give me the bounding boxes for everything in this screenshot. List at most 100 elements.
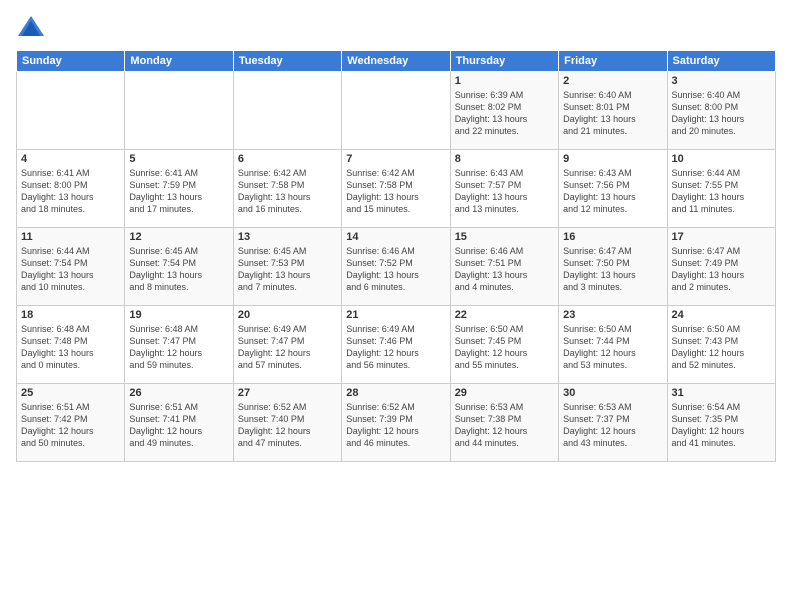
- day-info: Sunrise: 6:45 AM Sunset: 7:54 PM Dayligh…: [129, 245, 228, 294]
- calendar-cell: 28 Sunrise: 6:52 AM Sunset: 7:39 PM Dayli…: [342, 384, 450, 462]
- day-number: 9: [563, 153, 662, 165]
- calendar-cell: 2 Sunrise: 6:40 AM Sunset: 8:01 PM Daylig…: [559, 72, 667, 150]
- calendar-cell: 29 Sunrise: 6:53 AM Sunset: 7:38 PM Dayli…: [450, 384, 558, 462]
- calendar-cell: 5 Sunrise: 6:41 AM Sunset: 7:59 PM Daylig…: [125, 150, 233, 228]
- day-info: Sunrise: 6:49 AM Sunset: 7:47 PM Dayligh…: [238, 323, 337, 372]
- day-info: Sunrise: 6:43 AM Sunset: 7:56 PM Dayligh…: [563, 167, 662, 216]
- day-info: Sunrise: 6:46 AM Sunset: 7:51 PM Dayligh…: [455, 245, 554, 294]
- logo-icon: [16, 12, 46, 42]
- calendar-cell: 12 Sunrise: 6:45 AM Sunset: 7:54 PM Dayli…: [125, 228, 233, 306]
- day-info: Sunrise: 6:44 AM Sunset: 7:54 PM Dayligh…: [21, 245, 120, 294]
- calendar-cell: 26Sunrise: 6:51 AM Sunset: 7:41 PM Dayli…: [125, 384, 233, 462]
- day-info: Sunrise: 6:54 AM Sunset: 7:35 PM Dayligh…: [672, 401, 771, 450]
- day-number: 19: [129, 309, 228, 321]
- week-row-4: 18 Sunrise: 6:48 AM Sunset: 7:48 PM Dayli…: [17, 306, 776, 384]
- calendar-cell: 21Sunrise: 6:49 AM Sunset: 7:46 PM Dayli…: [342, 306, 450, 384]
- week-row-1: 1 Sunrise: 6:39 AM Sunset: 8:02 PM Daylig…: [17, 72, 776, 150]
- calendar-cell: 11 Sunrise: 6:44 AM Sunset: 7:54 PM Dayli…: [17, 228, 125, 306]
- day-number: 5: [129, 153, 228, 165]
- calendar-cell: 18 Sunrise: 6:48 AM Sunset: 7:48 PM Dayli…: [17, 306, 125, 384]
- day-number: 15: [455, 231, 554, 243]
- day-info: Sunrise: 6:49 AM Sunset: 7:46 PM Dayligh…: [346, 323, 445, 372]
- day-number: 24: [672, 309, 771, 321]
- day-info: Sunrise: 6:52 AM Sunset: 7:40 PM Dayligh…: [238, 401, 337, 450]
- logo: [16, 12, 50, 42]
- day-number: 6: [238, 153, 337, 165]
- calendar-cell: 17 Sunrise: 6:47 AM Sunset: 7:49 PM Dayli…: [667, 228, 775, 306]
- day-info: Sunrise: 6:47 AM Sunset: 7:49 PM Dayligh…: [672, 245, 771, 294]
- day-number: 26: [129, 387, 228, 399]
- day-number: 29: [455, 387, 554, 399]
- day-info: Sunrise: 6:53 AM Sunset: 7:38 PM Dayligh…: [455, 401, 554, 450]
- calendar-cell: 6 Sunrise: 6:42 AM Sunset: 7:58 PM Daylig…: [233, 150, 341, 228]
- header: [16, 12, 776, 42]
- day-number: 7: [346, 153, 445, 165]
- week-row-5: 25 Sunrise: 6:51 AM Sunset: 7:42 PM Dayli…: [17, 384, 776, 462]
- header-row: SundayMondayTuesdayWednesdayThursdayFrid…: [17, 51, 776, 72]
- day-number: 16: [563, 231, 662, 243]
- calendar-cell: 7 Sunrise: 6:42 AM Sunset: 7:58 PM Daylig…: [342, 150, 450, 228]
- day-number: 8: [455, 153, 554, 165]
- day-info: Sunrise: 6:42 AM Sunset: 7:58 PM Dayligh…: [346, 167, 445, 216]
- day-info: Sunrise: 6:47 AM Sunset: 7:50 PM Dayligh…: [563, 245, 662, 294]
- calendar-cell: 20 Sunrise: 6:49 AM Sunset: 7:47 PM Dayli…: [233, 306, 341, 384]
- calendar-cell: 9 Sunrise: 6:43 AM Sunset: 7:56 PM Daylig…: [559, 150, 667, 228]
- calendar-cell: 25 Sunrise: 6:51 AM Sunset: 7:42 PM Dayli…: [17, 384, 125, 462]
- day-number: 28: [346, 387, 445, 399]
- calendar-cell: 31Sunrise: 6:54 AM Sunset: 7:35 PM Dayli…: [667, 384, 775, 462]
- week-row-2: 4 Sunrise: 6:41 AM Sunset: 8:00 PM Daylig…: [17, 150, 776, 228]
- day-info: Sunrise: 6:53 AM Sunset: 7:37 PM Dayligh…: [563, 401, 662, 450]
- day-number: 14: [346, 231, 445, 243]
- day-info: Sunrise: 6:52 AM Sunset: 7:39 PM Dayligh…: [346, 401, 445, 450]
- day-info: Sunrise: 6:40 AM Sunset: 8:00 PM Dayligh…: [672, 89, 771, 138]
- day-info: Sunrise: 6:39 AM Sunset: 8:02 PM Dayligh…: [455, 89, 554, 138]
- week-row-3: 11 Sunrise: 6:44 AM Sunset: 7:54 PM Dayli…: [17, 228, 776, 306]
- day-number: 23: [563, 309, 662, 321]
- calendar-cell: 1 Sunrise: 6:39 AM Sunset: 8:02 PM Daylig…: [450, 72, 558, 150]
- day-info: Sunrise: 6:43 AM Sunset: 7:57 PM Dayligh…: [455, 167, 554, 216]
- day-number: 13: [238, 231, 337, 243]
- calendar-cell: 3 Sunrise: 6:40 AM Sunset: 8:00 PM Daylig…: [667, 72, 775, 150]
- day-info: Sunrise: 6:41 AM Sunset: 7:59 PM Dayligh…: [129, 167, 228, 216]
- calendar-table: SundayMondayTuesdayWednesdayThursdayFrid…: [16, 50, 776, 462]
- day-header-thursday: Thursday: [450, 51, 558, 72]
- day-number: 1: [455, 75, 554, 87]
- day-header-wednesday: Wednesday: [342, 51, 450, 72]
- calendar-cell: 4 Sunrise: 6:41 AM Sunset: 8:00 PM Daylig…: [17, 150, 125, 228]
- calendar-cell: [342, 72, 450, 150]
- calendar-cell: [125, 72, 233, 150]
- day-number: 2: [563, 75, 662, 87]
- day-number: 22: [455, 309, 554, 321]
- day-info: Sunrise: 6:48 AM Sunset: 7:48 PM Dayligh…: [21, 323, 120, 372]
- day-header-saturday: Saturday: [667, 51, 775, 72]
- calendar-cell: [17, 72, 125, 150]
- day-info: Sunrise: 6:50 AM Sunset: 7:45 PM Dayligh…: [455, 323, 554, 372]
- calendar-cell: 15 Sunrise: 6:46 AM Sunset: 7:51 PM Dayli…: [450, 228, 558, 306]
- calendar-cell: 27Sunrise: 6:52 AM Sunset: 7:40 PM Dayli…: [233, 384, 341, 462]
- day-header-monday: Monday: [125, 51, 233, 72]
- day-info: Sunrise: 6:42 AM Sunset: 7:58 PM Dayligh…: [238, 167, 337, 216]
- calendar-cell: 30 Sunrise: 6:53 AM Sunset: 7:37 PM Dayli…: [559, 384, 667, 462]
- calendar-cell: 13Sunrise: 6:45 AM Sunset: 7:53 PM Dayli…: [233, 228, 341, 306]
- day-number: 18: [21, 309, 120, 321]
- calendar-cell: 14 Sunrise: 6:46 AM Sunset: 7:52 PM Dayli…: [342, 228, 450, 306]
- day-info: Sunrise: 6:50 AM Sunset: 7:43 PM Dayligh…: [672, 323, 771, 372]
- day-header-sunday: Sunday: [17, 51, 125, 72]
- day-number: 20: [238, 309, 337, 321]
- calendar-cell: [233, 72, 341, 150]
- day-number: 25: [21, 387, 120, 399]
- calendar-cell: 19Sunrise: 6:48 AM Sunset: 7:47 PM Dayli…: [125, 306, 233, 384]
- day-number: 4: [21, 153, 120, 165]
- day-number: 3: [672, 75, 771, 87]
- day-number: 11: [21, 231, 120, 243]
- calendar-cell: 8 Sunrise: 6:43 AM Sunset: 7:57 PM Daylig…: [450, 150, 558, 228]
- day-number: 17: [672, 231, 771, 243]
- day-number: 12: [129, 231, 228, 243]
- day-number: 30: [563, 387, 662, 399]
- day-info: Sunrise: 6:46 AM Sunset: 7:52 PM Dayligh…: [346, 245, 445, 294]
- day-info: Sunrise: 6:41 AM Sunset: 8:00 PM Dayligh…: [21, 167, 120, 216]
- day-info: Sunrise: 6:44 AM Sunset: 7:55 PM Dayligh…: [672, 167, 771, 216]
- day-info: Sunrise: 6:40 AM Sunset: 8:01 PM Dayligh…: [563, 89, 662, 138]
- day-header-tuesday: Tuesday: [233, 51, 341, 72]
- day-info: Sunrise: 6:51 AM Sunset: 7:42 PM Dayligh…: [21, 401, 120, 450]
